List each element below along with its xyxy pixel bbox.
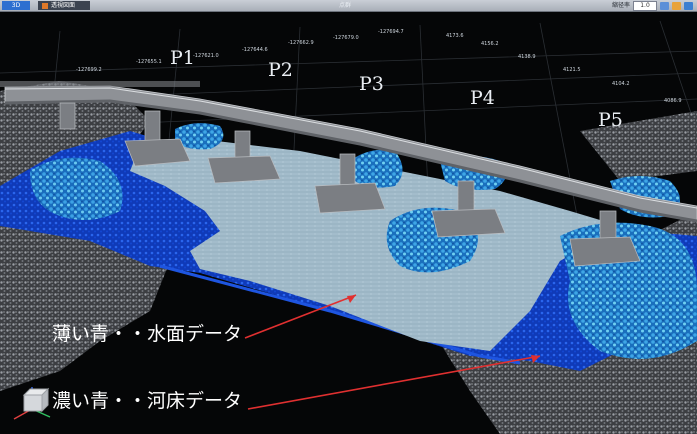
- caption-river-bed: 濃い青・・河床データ: [52, 390, 243, 412]
- coord-label: -127621.0: [193, 53, 219, 59]
- color-icon[interactable]: [672, 1, 681, 10]
- ratio-label: 縮径率: [611, 2, 630, 9]
- coord-label: -127699.2: [76, 67, 102, 73]
- ratio-input[interactable]: 1.0: [633, 0, 657, 11]
- point-cloud-render: [0, 20, 697, 434]
- coord-label: -127662.9: [288, 40, 314, 46]
- pier-label-p2: P2: [268, 59, 293, 81]
- toolbar-right: 縮径率 1.0: [611, 0, 693, 11]
- coord-label: -127644.6: [242, 47, 268, 53]
- axis-gizmo: [13, 387, 51, 420]
- coord-label: -127679.0: [333, 35, 359, 41]
- window-title: 点群: [338, 2, 351, 9]
- tab-3d[interactable]: 3D: [2, 1, 30, 10]
- app-window: 3D 透視図面 点群 縮径率 1.0 -127699.2 -127655.1 -…: [0, 0, 697, 434]
- tab-transparency[interactable]: 透視図面: [38, 1, 90, 10]
- window-icon[interactable]: [684, 1, 693, 10]
- pier-label-p1: P1: [170, 47, 195, 69]
- tab-transparency-label: 透視図面: [51, 2, 76, 9]
- coord-label: 4173.6: [446, 33, 464, 39]
- caption-water-surface: 薄い青・・水面データ: [52, 323, 243, 345]
- coord-label: 4156.2: [481, 41, 499, 47]
- coord-label: 4121.5: [563, 67, 581, 73]
- point-cloud-viewport[interactable]: -127699.2 -127655.1 -127621.0 -127644.6 …: [0, 11, 697, 434]
- coord-label: -127655.1: [136, 59, 162, 65]
- coord-label: 4138.9: [518, 54, 536, 60]
- pier-label-p3: P3: [359, 73, 384, 95]
- coord-label: 4104.2: [612, 81, 630, 87]
- coord-label: -127694.7: [378, 29, 404, 35]
- pier-label-p5: P5: [598, 109, 623, 131]
- coord-label: 4086.9: [664, 98, 682, 104]
- settings-icon[interactable]: [660, 1, 669, 10]
- view-icon: [42, 2, 48, 9]
- pier-label-p4: P4: [470, 87, 495, 109]
